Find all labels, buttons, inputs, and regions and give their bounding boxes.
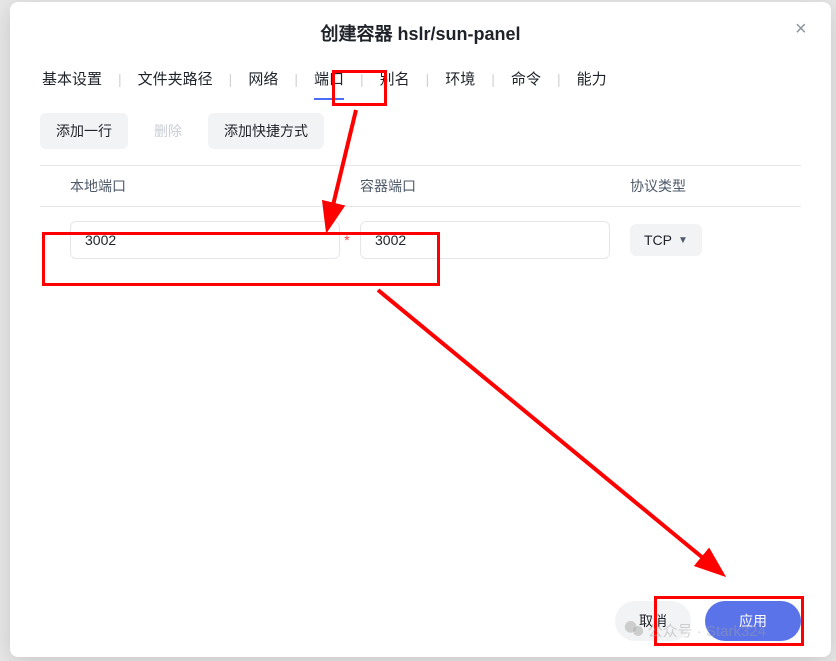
required-mark: * [340, 232, 360, 248]
tab-separator: | [557, 71, 561, 87]
delete-button: 删除 [138, 113, 198, 149]
apply-button[interactable]: 应用 [705, 601, 801, 641]
tab-separator: | [118, 71, 122, 87]
chevron-down-icon: ▼ [678, 235, 688, 246]
protocol-select[interactable]: TCP ▼ [630, 224, 702, 256]
tab-command[interactable]: 命令 [509, 66, 543, 91]
tab-network[interactable]: 网络 [246, 66, 280, 91]
header-local-port: 本地端口 [70, 176, 360, 196]
tab-separator: | [360, 71, 364, 87]
modal-footer: 取消 应用 [10, 585, 831, 657]
tab-alias[interactable]: 别名 [378, 66, 412, 91]
tab-capability[interactable]: 能力 [575, 66, 609, 91]
tab-basic-settings[interactable]: 基本设置 [40, 66, 104, 91]
tab-separator: | [229, 71, 233, 87]
modal-header: 创建容器 hslr/sun-panel × [10, 2, 831, 46]
header-protocol: 协议类型 [630, 176, 771, 196]
tab-separator: | [294, 71, 298, 87]
close-icon[interactable]: × [795, 20, 813, 38]
local-port-input[interactable] [70, 221, 340, 259]
table-row: * TCP ▼ [40, 207, 801, 273]
add-row-button[interactable]: 添加一行 [40, 113, 128, 149]
table-header: 本地端口 容器端口 协议类型 [40, 165, 801, 207]
add-shortcut-button[interactable]: 添加快捷方式 [208, 113, 324, 149]
tab-folder-path[interactable]: 文件夹路径 [136, 66, 215, 91]
toolbar: 添加一行 删除 添加快捷方式 [10, 113, 831, 165]
tabs-bar: 基本设置 | 文件夹路径 | 网络 | 端口 | 别名 | 环境 | 命令 | … [10, 46, 831, 113]
create-container-modal: 创建容器 hslr/sun-panel × 基本设置 | 文件夹路径 | 网络 … [10, 2, 831, 657]
protocol-value: TCP [644, 232, 672, 248]
tab-separator: | [491, 71, 495, 87]
tab-port[interactable]: 端口 [312, 66, 346, 91]
container-port-input[interactable] [360, 221, 610, 259]
tab-separator: | [426, 71, 430, 87]
tab-environment[interactable]: 环境 [443, 66, 477, 91]
header-container-port: 容器端口 [360, 176, 630, 196]
modal-title: 创建容器 hslr/sun-panel [320, 20, 520, 46]
cancel-button[interactable]: 取消 [615, 601, 691, 641]
